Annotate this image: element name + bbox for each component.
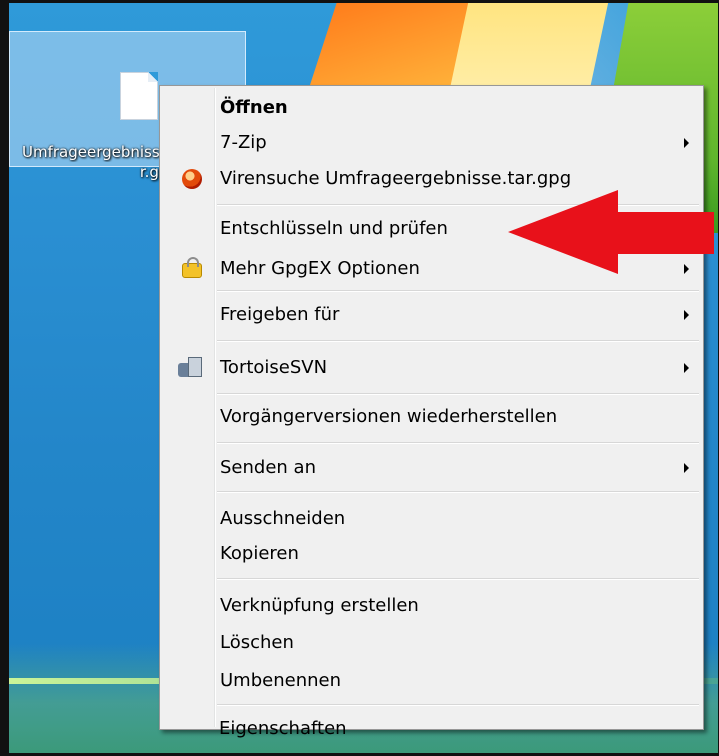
file-label-line1: Umfrageergebnisse.ta (22, 143, 180, 161)
menu-item-send-to[interactable]: Senden an (162, 451, 701, 485)
menu-separator (217, 290, 699, 292)
context-menu: Öffnen 7-Zip Virensuche Umfrageergebniss… (159, 85, 704, 730)
menu-item-rename[interactable]: Umbenennen (162, 664, 701, 698)
menu-item-delete[interactable]: Löschen (162, 626, 701, 660)
menu-item-label: Entschlüsseln und prüfen (220, 218, 448, 239)
menu-item-copy[interactable]: Kopieren (162, 537, 701, 571)
submenu-arrow-icon (684, 138, 689, 148)
menu-item-label: Ausschneiden (220, 508, 346, 529)
menu-item-open[interactable]: Öffnen (162, 91, 701, 125)
menu-item-label: Eigenschaften (219, 718, 347, 739)
menu-item-label: Kopieren (220, 543, 299, 564)
menu-item-properties[interactable]: Eigenschaften (161, 712, 702, 746)
menu-item-share-with[interactable]: Freigeben für (162, 298, 701, 332)
menu-separator (217, 340, 699, 342)
menu-item-label: Freigeben für (220, 304, 340, 325)
menu-separator (217, 442, 699, 444)
menu-item-restore-previous-versions[interactable]: Vorgängerversionen wiederherstellen (162, 400, 701, 434)
menu-separator (217, 393, 699, 395)
menu-item-label: TortoiseSVN (220, 357, 328, 378)
menu-item-label: Senden an (220, 457, 316, 478)
menu-item-label: Umbenennen (220, 670, 341, 691)
tortoisesvn-icon (178, 357, 202, 379)
menu-item-label: Vorgängerversionen wiederherstellen (220, 406, 558, 427)
menu-separator (217, 578, 699, 580)
menu-item-create-shortcut[interactable]: Verknüpfung erstellen (162, 589, 701, 623)
desktop-file-label[interactable]: Umfrageergebnisse.ta r.gpg (22, 142, 180, 182)
menu-separator (217, 491, 699, 493)
submenu-arrow-icon (684, 363, 689, 373)
menu-separator (217, 704, 699, 706)
screenshot-frame: Umfrageergebnisse.ta r.gpg Öffnen 7-Zip … (0, 0, 719, 756)
menu-item-label: Mehr GpgEX Optionen (220, 258, 420, 279)
menu-item-label: Öffnen (220, 97, 288, 118)
menu-item-tortoisesvn[interactable]: TortoiseSVN (162, 351, 701, 385)
antivirus-icon (182, 169, 202, 189)
lock-icon (182, 257, 202, 278)
submenu-arrow-icon (684, 463, 689, 473)
submenu-arrow-icon (684, 310, 689, 320)
menu-item-label: 7-Zip (220, 132, 267, 153)
menu-item-cut[interactable]: Ausschneiden (162, 502, 701, 536)
menu-item-label: Löschen (220, 632, 294, 653)
red-arrow-annotation (508, 190, 714, 274)
menu-item-label: Verknüpfung erstellen (220, 595, 419, 616)
file-label-line2: r.gpg (22, 162, 180, 182)
document-icon[interactable] (120, 72, 158, 120)
menu-item-7zip[interactable]: 7-Zip (162, 126, 701, 160)
red-arrow-shape (508, 190, 714, 274)
